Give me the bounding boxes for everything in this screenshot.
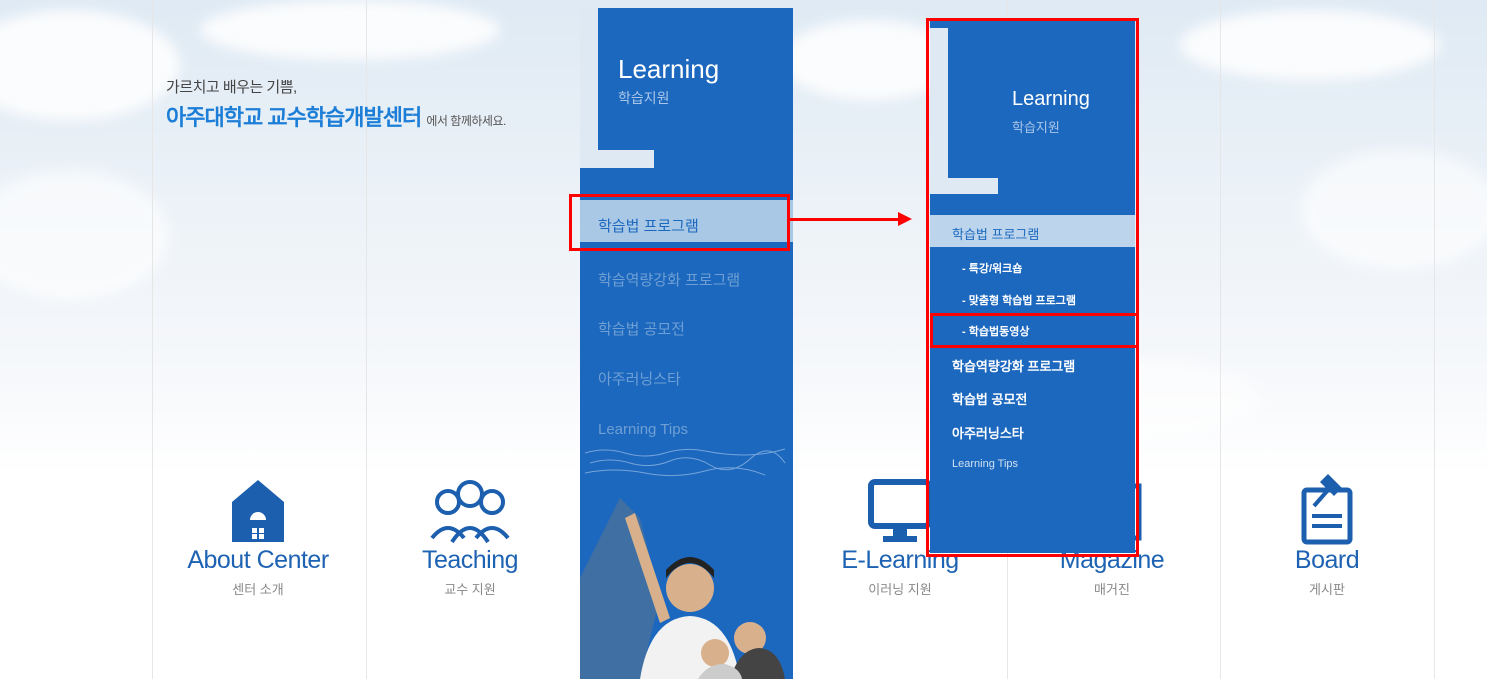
cloud-decoration	[0, 170, 170, 300]
menu-item-competency-program[interactable]: 학습역량강화 프로그램	[598, 269, 740, 290]
nav-label-en: Teaching	[421, 546, 519, 574]
nav-about-center[interactable]: About Center 센터 소개	[168, 476, 348, 598]
tagline-center: 교수학습개발센터	[267, 105, 422, 130]
nav-label-ko: 이러닝 지원	[868, 582, 932, 597]
column-divider	[1434, 0, 1435, 679]
menu-item-learning-tips[interactable]: Learning Tips	[598, 421, 688, 438]
page-background: 가르치고 배우는 기쁨, 아주대학교 교수학습개발센터 에서 함께하세요. Ab…	[0, 0, 1487, 679]
column-divider	[152, 0, 153, 679]
nav-label-ko: 센터 소개	[232, 582, 284, 597]
tagline-suffix: 에서 함께하세요.	[426, 114, 506, 128]
menu-item-contest[interactable]: 학습법 공모전	[598, 318, 685, 339]
arrow-icon	[790, 218, 900, 221]
column-divider	[1220, 0, 1221, 679]
nav-label-ko: 게시판	[1309, 582, 1345, 597]
letter-l-decoration	[580, 8, 598, 168]
nav-board[interactable]: Board 게시판	[1237, 470, 1417, 598]
menu-item-learning-star[interactable]: 아주러닝스타	[598, 368, 681, 389]
nav-label-en: Board	[1294, 546, 1360, 574]
student-photo	[580, 498, 785, 679]
house-icon	[232, 480, 284, 542]
monitor-icon	[868, 479, 932, 542]
highlight-box	[569, 194, 790, 251]
highlight-box	[930, 313, 1139, 348]
tagline-school: 아주대학교	[166, 105, 263, 130]
highlight-box	[926, 18, 1139, 557]
formula-scribble-image	[585, 448, 786, 477]
panel-title: Learning	[618, 54, 720, 84]
learning-panel: Learning 학습지원 학습법 프로그램 학습역량강화 프로그램 학습법 공…	[580, 8, 793, 679]
letter-l-decoration	[580, 150, 654, 168]
nav-label-ko: 매거진	[1094, 582, 1130, 597]
cloud-decoration	[1180, 10, 1440, 80]
panel-subtitle: 학습지원	[618, 90, 670, 106]
cloud-decoration	[200, 0, 500, 60]
tagline-line2: 아주대학교 교수학습개발센터 에서 함께하세요.	[166, 100, 506, 132]
people-icon	[430, 480, 510, 544]
cloud-decoration	[0, 10, 180, 120]
nav-teaching[interactable]: Teaching 교수 지원	[380, 476, 560, 598]
arrow-head-icon	[898, 212, 912, 226]
cloud-decoration	[1300, 150, 1487, 270]
clipboard-icon	[1301, 474, 1353, 545]
nav-label-en: About Center	[187, 546, 329, 574]
nav-label-ko: 교수 지원	[444, 582, 496, 597]
tagline-line1: 가르치고 배우는 기쁨,	[166, 79, 297, 96]
